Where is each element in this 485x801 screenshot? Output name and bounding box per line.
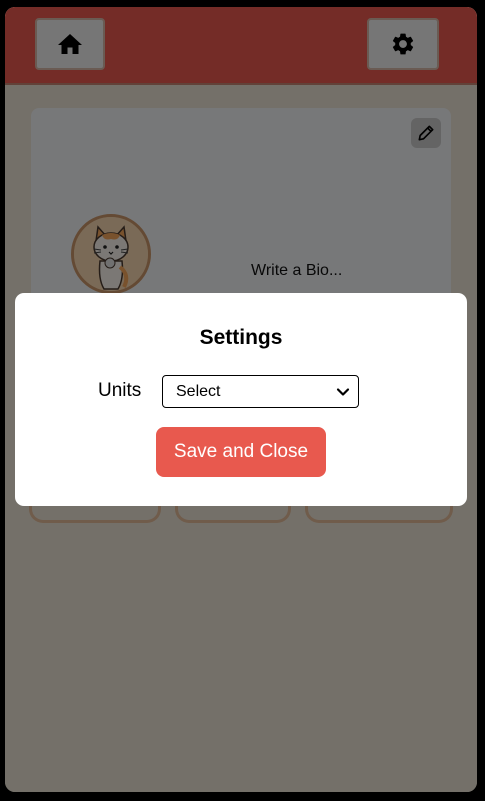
units-select-value: Select <box>176 382 221 400</box>
units-label: Units <box>98 380 142 401</box>
modal-title: Settings <box>199 326 283 349</box>
save-and-close-button[interactable]: Save and Close <box>156 427 326 477</box>
settings-modal: Settings Units Select Save and Close <box>15 293 467 506</box>
chevron-down-icon <box>336 388 350 396</box>
units-select[interactable]: Select <box>162 375 359 408</box>
